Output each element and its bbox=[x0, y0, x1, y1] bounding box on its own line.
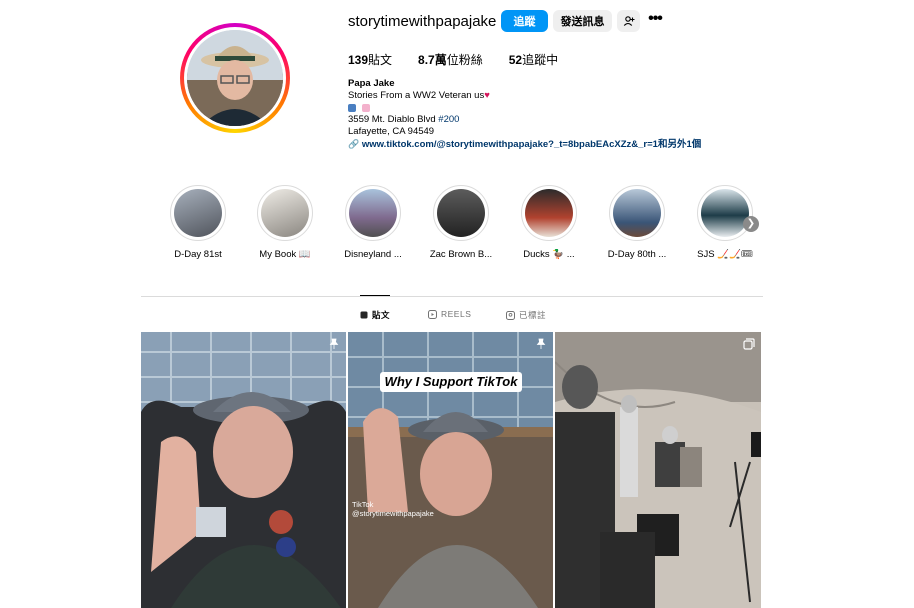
highlight-label: Zac Brown B... bbox=[429, 249, 493, 260]
highlight-d-day-80th[interactable]: D-Day 80th ... bbox=[602, 185, 672, 260]
heart-icon: ♥ bbox=[484, 90, 490, 101]
stat-posts-value: 139 bbox=[348, 53, 369, 67]
active-tab-indicator bbox=[360, 295, 390, 296]
bio-address-text: 3559 Mt. Diablo Blvd bbox=[348, 114, 439, 125]
post-thumbnail[interactable]: Why I Support TikTok TikTok @storytimewi… bbox=[348, 332, 553, 608]
highlight-ring bbox=[609, 185, 665, 241]
profile-avatar[interactable] bbox=[180, 23, 290, 133]
pin-icon bbox=[329, 338, 339, 349]
tiktok-watermark: TikTok @storytimewithpapajake bbox=[352, 500, 434, 518]
highlight-ring bbox=[257, 185, 313, 241]
highlight-label: D-Day 81st bbox=[174, 249, 222, 260]
highlight-label: D-Day 80th ... bbox=[607, 249, 667, 260]
tab-reels[interactable]: REELS bbox=[428, 309, 471, 319]
add-user-icon bbox=[623, 16, 634, 26]
stat-following[interactable]: 52追蹤中 bbox=[509, 51, 558, 68]
highlight-label: My Book 📖 bbox=[259, 249, 311, 260]
highlight-label: Ducks 🦆 ... bbox=[523, 249, 575, 260]
highlight-my-book[interactable]: My Book 📖 bbox=[250, 185, 320, 260]
suggested-users-button[interactable] bbox=[617, 10, 640, 32]
chevron-right-icon[interactable]: ❯ bbox=[743, 216, 759, 232]
highlight-cover bbox=[437, 189, 485, 237]
stat-following-label: 追蹤中 bbox=[522, 53, 559, 67]
avatar-border bbox=[184, 27, 286, 129]
stat-followers-label: 位粉絲 bbox=[446, 53, 483, 67]
carousel-icon bbox=[743, 338, 755, 350]
follow-button[interactable]: 追蹤 bbox=[501, 10, 548, 32]
tiktok-watermark-user: @storytimewithpapajake bbox=[352, 509, 434, 518]
tiktok-watermark-brand: TikTok bbox=[352, 500, 374, 509]
highlight-cover bbox=[349, 189, 397, 237]
profile-stats: 139貼文 8.7萬位粉絲 52追蹤中 bbox=[348, 51, 584, 68]
highlight-cover bbox=[525, 189, 573, 237]
highlight-cover bbox=[701, 189, 749, 237]
highlight-cover bbox=[613, 189, 661, 237]
bio-emoji-row bbox=[348, 102, 701, 114]
highlight-cover bbox=[174, 189, 222, 237]
tab-tagged[interactable]: 已標註 bbox=[506, 309, 546, 321]
profile-username: storytimewithpapajake bbox=[348, 13, 497, 30]
tab-posts[interactable]: 貼文 bbox=[360, 309, 390, 321]
more-options-button[interactable]: ••• bbox=[646, 11, 664, 30]
tagged-icon bbox=[506, 310, 515, 320]
highlight-cover bbox=[261, 189, 309, 237]
highlight-zac-brown-band[interactable]: Zac Brown B... bbox=[426, 185, 496, 260]
stat-following-value: 52 bbox=[508, 53, 523, 67]
heart-letter-icon bbox=[362, 104, 370, 112]
stat-followers[interactable]: 8.7萬位粉絲 bbox=[418, 51, 483, 68]
message-button[interactable]: 發送訊息 bbox=[553, 10, 612, 32]
link-icon: 🔗 bbox=[348, 139, 360, 149]
post-thumbnail[interactable] bbox=[141, 332, 346, 608]
stat-posts[interactable]: 139貼文 bbox=[348, 51, 392, 68]
highlight-disneyland[interactable]: Disneyland ... bbox=[338, 185, 408, 260]
pin-icon bbox=[536, 338, 546, 349]
bio-hashtag[interactable]: #200 bbox=[438, 114, 459, 125]
avatar-photo bbox=[187, 30, 283, 126]
avatar-illustration bbox=[187, 30, 283, 126]
bio-link[interactable]: www.tiktok.com/@storytimewithpapajake?_t… bbox=[362, 139, 701, 150]
highlight-ring bbox=[170, 185, 226, 241]
bio-tagline: Stories From a WW2 Veteran us bbox=[348, 90, 485, 101]
post-thumbnail[interactable] bbox=[555, 332, 761, 608]
highlight-ring bbox=[521, 185, 577, 241]
highlight-label: Disneyland ... bbox=[344, 249, 402, 260]
profile-bio: Papa Jake Stories From a WW2 Veteran us♥… bbox=[348, 78, 701, 151]
post-image bbox=[555, 332, 761, 608]
post-caption-banner: Why I Support TikTok bbox=[380, 372, 522, 392]
highlight-ring bbox=[345, 185, 401, 241]
bio-tagline-row: Stories From a WW2 Veteran us♥ bbox=[348, 90, 701, 102]
bio-link-row[interactable]: 🔗 www.tiktok.com/@storytimewithpapajake?… bbox=[348, 138, 701, 151]
bio-address-line2: Lafayette, CA 94549 bbox=[348, 126, 435, 137]
highlight-label: SJS 🏒🏒🎟 bbox=[697, 249, 753, 260]
reels-icon bbox=[428, 309, 437, 319]
tab-posts-label: 貼文 bbox=[372, 310, 391, 320]
highlight-ducks[interactable]: Ducks 🦆 ... bbox=[514, 185, 584, 260]
tab-tagged-label: 已標註 bbox=[519, 310, 547, 320]
post-image bbox=[141, 332, 346, 608]
highlight-d-day-81st[interactable]: D-Day 81st bbox=[163, 185, 233, 260]
book-icon bbox=[348, 104, 356, 112]
profile-full-name: Papa Jake bbox=[348, 78, 395, 89]
tabs-divider bbox=[141, 296, 763, 297]
bio-address-line1: 3559 Mt. Diablo Blvd #200 bbox=[348, 114, 701, 126]
highlight-ring bbox=[697, 185, 753, 241]
tab-reels-label: REELS bbox=[441, 309, 472, 319]
stat-posts-label: 貼文 bbox=[368, 53, 393, 67]
grid-icon bbox=[360, 311, 368, 319]
highlight-ring bbox=[433, 185, 489, 241]
stat-followers-value: 8.7萬 bbox=[418, 53, 447, 67]
